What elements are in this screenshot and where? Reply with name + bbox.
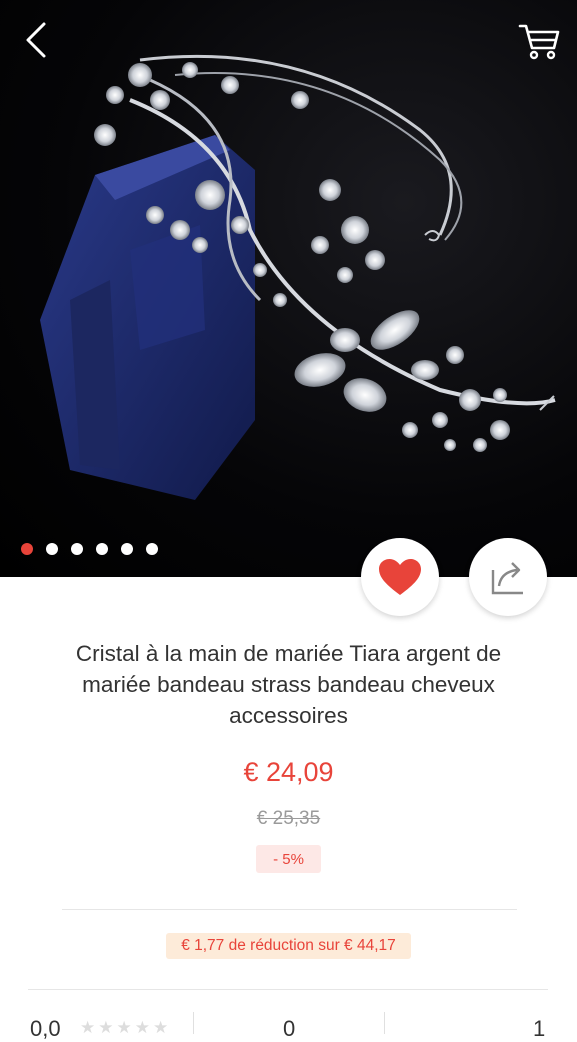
current-price: € 24,09 [243, 757, 334, 787]
crystal-centerpiece [294, 310, 510, 452]
product-stats-row: 0,0 ★★★★★ 0 1 [0, 1008, 577, 1041]
divider [28, 989, 548, 990]
back-button[interactable] [18, 18, 58, 62]
share-button[interactable] [469, 538, 547, 616]
rating-stars: ★★★★★ [80, 1018, 172, 1037]
stat-middle-value: 0 [283, 1016, 296, 1041]
shopping-cart-icon [518, 24, 560, 60]
discount-badge: - 5% [256, 845, 321, 873]
original-price: € 25,35 [256, 808, 321, 829]
image-pagination-dots [21, 543, 158, 555]
favorite-button[interactable] [361, 538, 439, 616]
stat-right-value: 1 [533, 1016, 546, 1041]
heart-icon [379, 559, 421, 595]
pagination-dot[interactable] [146, 543, 158, 555]
product-title: Cristal à la main de mariée Tiara argent… [75, 641, 502, 728]
product-photo [40, 54, 556, 500]
pagination-dot[interactable] [71, 543, 83, 555]
pagination-dot[interactable] [96, 543, 108, 555]
pagination-dot[interactable] [46, 543, 58, 555]
stats-separator [193, 1012, 194, 1034]
divider [62, 909, 517, 910]
pagination-dot[interactable] [21, 543, 33, 555]
share-icon [491, 562, 523, 595]
promo-banner[interactable]: € 1,77 de réduction sur € 44,17 [166, 933, 411, 959]
product-image-gallery[interactable] [0, 0, 577, 577]
rating-value: 0,0 [30, 1016, 61, 1041]
pagination-dot[interactable] [121, 543, 133, 555]
stats-separator [384, 1012, 385, 1034]
cart-button[interactable] [514, 18, 562, 62]
chevron-left-icon [26, 22, 46, 58]
